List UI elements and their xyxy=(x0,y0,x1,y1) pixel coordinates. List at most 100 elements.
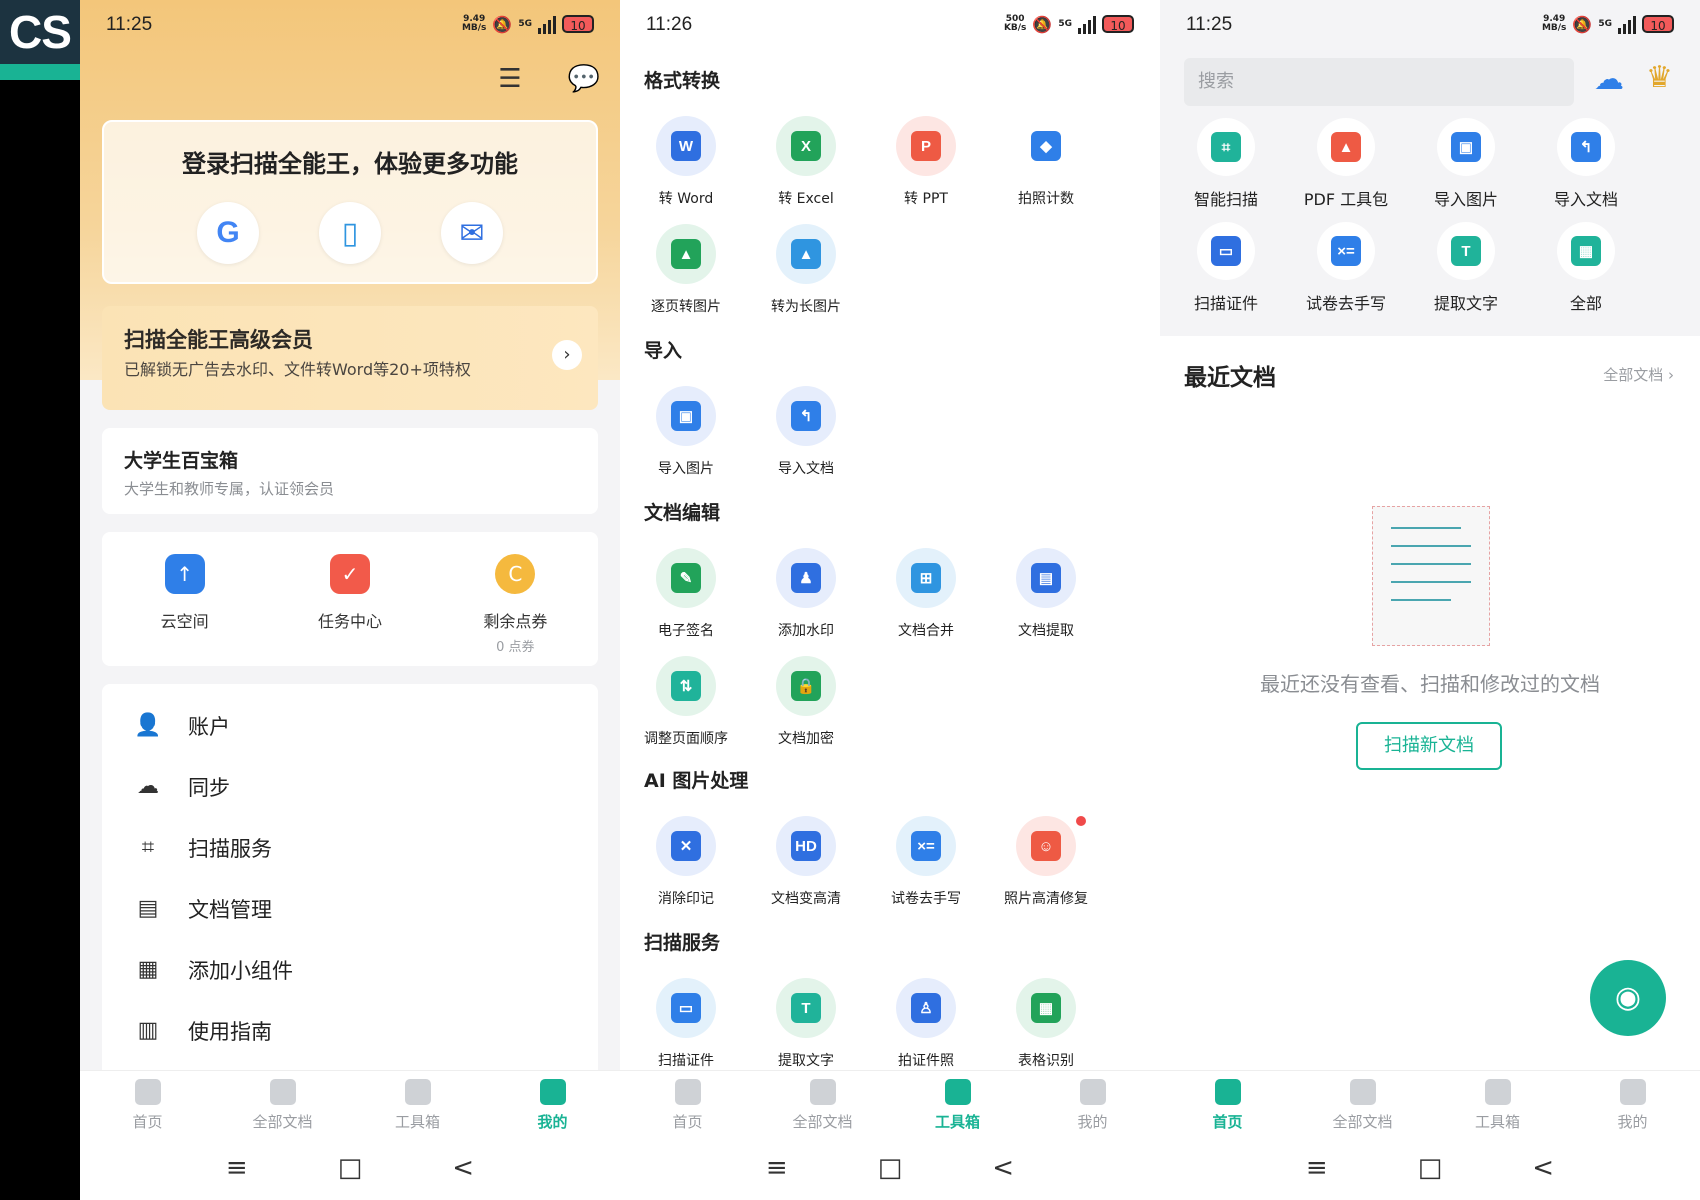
tool-long-image[interactable]: ▲ 转为长图片 xyxy=(746,224,866,316)
email-login-button[interactable]: ✉ xyxy=(441,202,503,264)
tool-remove-handwriting[interactable]: ×= 试卷去手写 xyxy=(866,816,986,908)
quick-label: 任务中心 xyxy=(317,612,382,631)
vip-card[interactable]: 扫描全能王高级会员 已解锁无广告去水印、文件转Word等20+项特权 › xyxy=(102,306,598,410)
logo-accent-bar xyxy=(0,64,80,80)
back-nav-icon[interactable]: < xyxy=(452,1153,474,1183)
tab-home[interactable]: 首页 xyxy=(80,1071,215,1137)
tool-watermark[interactable]: ♟ 添加水印 xyxy=(746,548,866,640)
home-tool-id-card[interactable]: ▭ 扫描证件 xyxy=(1166,222,1286,314)
menu-nav-icon[interactable]: ≡ xyxy=(1306,1153,1328,1183)
panel-home: 11:25 9.49 MB/s 🔕 5G 10 搜索 ☁ ♛ ⌗ 智能扫描 ▲ PDF … xyxy=(1160,0,1700,1200)
tab-toolbox[interactable]: 工具箱 xyxy=(350,1071,485,1137)
camera-fab-button[interactable]: ◉ xyxy=(1590,960,1666,1036)
home-tool-remove-handwriting[interactable]: ×= 试卷去手写 xyxy=(1286,222,1406,314)
bottom-tab-bar: 首页 全部文档 工具箱 我的 xyxy=(1160,1070,1700,1137)
home-nav-icon[interactable]: □ xyxy=(1418,1153,1443,1183)
tab-all-docs[interactable]: 全部文档 xyxy=(755,1071,890,1137)
back-nav-icon[interactable]: < xyxy=(1532,1153,1554,1183)
tab-mine[interactable]: 我的 xyxy=(1025,1071,1160,1137)
tool-ppt[interactable]: P 转 PPT xyxy=(866,116,986,208)
quick-cloud-space[interactable]: ↑ 云空间 xyxy=(102,532,267,666)
home-tool-smart-scan[interactable]: ⌗ 智能扫描 xyxy=(1166,118,1286,210)
home-nav-icon[interactable]: □ xyxy=(878,1153,903,1183)
tool-import-image[interactable]: ▣ 导入图片 xyxy=(626,386,746,478)
document-icon: ▤ xyxy=(137,896,159,921)
quick-coupons[interactable]: C 剩余点券 0 点券 xyxy=(433,532,598,666)
tool-photo-restore[interactable]: ☺ 照片高清修复 xyxy=(986,816,1106,908)
tool-id-card[interactable]: ▭ 扫描证件 xyxy=(626,978,746,1070)
message-icon[interactable]: 💬 xyxy=(568,64,600,94)
home-tool-import-image[interactable]: ▣ 导入图片 xyxy=(1406,118,1526,210)
tab-label: 首页 xyxy=(1212,1113,1243,1131)
tab-all-docs[interactable]: 全部文档 xyxy=(1295,1071,1430,1137)
home-nav-icon[interactable]: □ xyxy=(338,1153,363,1183)
tool-label: PDF 工具包 xyxy=(1303,190,1389,209)
tool-count[interactable]: ◆ 拍照计数 xyxy=(986,116,1106,208)
network-speed: 500 KB/s xyxy=(1003,14,1027,33)
tool-reorder[interactable]: ⇅ 调整页面顺序 xyxy=(626,656,746,748)
quick-task-center[interactable]: ✓ 任务中心 xyxy=(267,532,432,666)
home-tool-text-extract[interactable]: T 提取文字 xyxy=(1406,222,1526,314)
menu-item-widget[interactable]: ▦ 添加小组件 xyxy=(134,950,293,990)
tab-home[interactable]: 首页 xyxy=(620,1071,755,1137)
tool-excel[interactable]: X 转 Excel xyxy=(746,116,866,208)
all-docs-link[interactable]: 全部文档 › xyxy=(1603,364,1674,385)
login-card[interactable]: 登录扫描全能王，体验更多功能 G ▯ ✉ xyxy=(102,120,598,284)
grid-icon xyxy=(1484,1079,1511,1105)
search-input[interactable]: 搜索 xyxy=(1184,58,1574,106)
tool-bubble: ☺ xyxy=(1016,816,1076,876)
student-subtitle: 大学生和教师专属，认证领会员 xyxy=(124,480,335,498)
tool-extract[interactable]: ▤ 文档提取 xyxy=(986,548,1106,640)
scan-new-doc-button[interactable]: 扫描新文档 xyxy=(1356,722,1502,770)
student-card[interactable]: 大学生百宝箱 大学生和教师专属，认证领会员 xyxy=(102,428,598,514)
menu-item-scan-service[interactable]: ⌗ 扫描服务 xyxy=(134,828,272,868)
menu-item-account[interactable]: 👤 账户 xyxy=(134,706,230,746)
tab-mine[interactable]: 我的 xyxy=(1565,1071,1700,1137)
tab-all-docs[interactable]: 全部文档 xyxy=(215,1071,350,1137)
tool-import-doc[interactable]: ↰ 导入文档 xyxy=(746,386,866,478)
back-nav-icon[interactable]: < xyxy=(992,1153,1014,1183)
menu-nav-icon[interactable]: ≡ xyxy=(226,1153,248,1183)
tool-word[interactable]: W 转 Word xyxy=(626,116,746,208)
tool-page-to-image[interactable]: ▲ 逐页转图片 xyxy=(626,224,746,316)
tab-label: 工具箱 xyxy=(934,1113,980,1131)
tool-lock[interactable]: 🔒 文档加密 xyxy=(746,656,866,748)
empty-document-illustration xyxy=(1372,506,1490,646)
grid-icon xyxy=(404,1079,431,1105)
home-tool-all-tools[interactable]: ▦ 全部 xyxy=(1526,222,1646,314)
tool-table[interactable]: ▦ 表格识别 xyxy=(986,978,1106,1070)
home-tool-import-doc[interactable]: ↰ 导入文档 xyxy=(1526,118,1646,210)
home-icon xyxy=(674,1079,701,1105)
tool-hd[interactable]: HD 文档变高清 xyxy=(746,816,866,908)
tool-merge[interactable]: ⊞ 文档合并 xyxy=(866,548,986,640)
menu-nav-icon[interactable]: ≡ xyxy=(766,1153,788,1183)
tool-id-photo[interactable]: ♙ 拍证件照 xyxy=(866,978,986,1070)
coupon-icon: C xyxy=(495,554,536,594)
tool-text-extract[interactable]: T 提取文字 xyxy=(746,978,866,1070)
system-nav-bar: ≡ □ < xyxy=(1160,1136,1700,1200)
cloud-icon[interactable]: ☁ xyxy=(1594,62,1624,97)
network-type: 5G xyxy=(518,18,532,29)
tab-mine[interactable]: 我的 xyxy=(485,1071,620,1137)
tool-erase-mark[interactable]: ✕ 消除印记 xyxy=(626,816,746,908)
menu-item-sync[interactable]: ☁ 同步 xyxy=(134,767,230,807)
tool-signature[interactable]: ✎ 电子签名 xyxy=(626,548,746,640)
google-login-button[interactable]: G xyxy=(197,202,259,264)
menu-item-guide[interactable]: ▥ 使用指南 xyxy=(134,1011,272,1051)
chevron-right-icon[interactable]: › xyxy=(552,340,582,370)
crown-icon[interactable]: ♛ xyxy=(1646,60,1673,95)
tool-bubble: ▲ xyxy=(776,224,836,284)
quick-label: 云空间 xyxy=(160,612,209,631)
scan-frame-icon[interactable]: ☰ xyxy=(498,64,521,94)
tab-home[interactable]: 首页 xyxy=(1160,1071,1295,1137)
menu-item-doc-manage[interactable]: ▤ 文档管理 xyxy=(134,889,272,929)
home-tool-pdf-toolkit[interactable]: ▲ PDF 工具包 xyxy=(1286,118,1406,210)
tab-label: 全部文档 xyxy=(1332,1113,1393,1131)
phone-login-button[interactable]: ▯ xyxy=(319,202,381,264)
network-speed: 9.49 MB/s xyxy=(461,14,487,33)
tab-toolbox[interactable]: 工具箱 xyxy=(1430,1071,1565,1137)
import-doc-icon: ↰ xyxy=(791,401,821,431)
login-title: 登录扫描全能王，体验更多功能 xyxy=(182,150,518,178)
user-icon xyxy=(539,1079,566,1105)
tab-toolbox[interactable]: 工具箱 xyxy=(890,1071,1025,1137)
